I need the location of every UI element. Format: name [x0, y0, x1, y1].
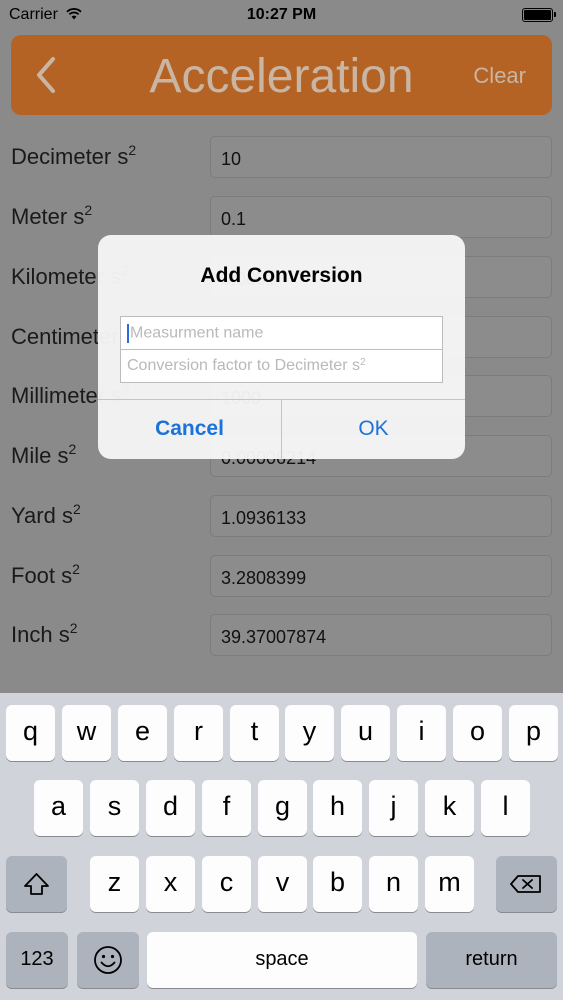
key-f[interactable]: f	[202, 780, 251, 836]
text-cursor	[127, 324, 129, 343]
key-h[interactable]: h	[313, 780, 362, 836]
unit-label: Inch s2	[11, 620, 78, 647]
unit-label: Meter s2	[11, 202, 93, 229]
key-i[interactable]: i	[397, 705, 446, 761]
list-item: Foot s2 3.2808399	[0, 555, 563, 597]
key-b[interactable]: b	[313, 856, 362, 912]
shift-key[interactable]	[6, 856, 67, 912]
unit-label: Yard s2	[11, 501, 81, 528]
return-key[interactable]: return	[426, 932, 557, 988]
key-s[interactable]: s	[90, 780, 139, 836]
key-o[interactable]: o	[453, 705, 502, 761]
list-item: Decimeter s2 10	[0, 136, 563, 178]
key-z[interactable]: z	[90, 856, 139, 912]
key-y[interactable]: y	[285, 705, 334, 761]
key-j[interactable]: j	[369, 780, 418, 836]
delete-key[interactable]	[496, 856, 557, 912]
key-p[interactable]: p	[509, 705, 558, 761]
emoji-key[interactable]	[77, 932, 139, 988]
unit-value-field[interactable]: 10	[210, 136, 552, 178]
conversion-factor-input[interactable]: Conversion factor to Decimeter s2	[120, 349, 443, 383]
space-key[interactable]: space	[147, 932, 417, 988]
key-q[interactable]: q	[6, 705, 55, 761]
battery-icon	[522, 8, 556, 22]
key-x[interactable]: x	[146, 856, 195, 912]
ok-button[interactable]: OK	[282, 400, 465, 459]
dialog-title: Add Conversion	[200, 264, 363, 287]
unit-label: Decimeter s2	[11, 142, 137, 169]
unit-label: Mile s2	[11, 441, 77, 468]
numbers-key[interactable]: 123	[6, 932, 68, 988]
unit-value-field[interactable]: 39.37007874	[210, 614, 552, 656]
key-u[interactable]: u	[341, 705, 390, 761]
key-t[interactable]: t	[230, 705, 279, 761]
nav-header: Acceleration Clear	[11, 35, 552, 115]
unit-label: Foot s2	[11, 561, 80, 588]
backspace-icon	[510, 875, 541, 893]
shift-icon	[24, 873, 49, 895]
conversion-factor-placeholder: Conversion factor to Decimeter s	[127, 357, 360, 374]
emoji-icon	[94, 946, 122, 974]
measurement-name-input[interactable]: Measurment name	[120, 316, 443, 350]
conversion-factor-exponent: 2	[359, 357, 366, 368]
key-a[interactable]: a	[34, 780, 83, 836]
key-e[interactable]: e	[118, 705, 167, 761]
key-m[interactable]: m	[425, 856, 474, 912]
key-c[interactable]: c	[202, 856, 251, 912]
key-n[interactable]: n	[369, 856, 418, 912]
list-item: Yard s2 1.0936133	[0, 495, 563, 537]
keyboard: q w e r t y u i o p a s d f g h j k l z …	[0, 693, 563, 1000]
key-g[interactable]: g	[258, 780, 307, 836]
unit-value-field[interactable]: 1.0936133	[210, 495, 552, 537]
key-r[interactable]: r	[174, 705, 223, 761]
clock: 10:27 PM	[246, 6, 317, 23]
measurement-name-placeholder: Measurment name	[130, 324, 264, 342]
key-d[interactable]: d	[146, 780, 195, 836]
key-w[interactable]: w	[62, 705, 111, 761]
add-conversion-dialog: Add Conversion Measurment name Conversio…	[98, 235, 465, 459]
list-item: Meter s2 0.1	[0, 196, 563, 238]
key-k[interactable]: k	[425, 780, 474, 836]
page-title: Acceleration	[149, 50, 414, 103]
unit-value-field[interactable]: 0.1	[210, 196, 552, 238]
key-v[interactable]: v	[258, 856, 307, 912]
cancel-button[interactable]: Cancel	[98, 400, 281, 459]
status-bar: Carrier 10:27 PM	[0, 0, 563, 30]
key-l[interactable]: l	[481, 780, 530, 836]
unit-value-field[interactable]: 3.2808399	[210, 555, 552, 597]
clear-button[interactable]: Clear	[473, 63, 526, 89]
list-item: Inch s2 39.37007874	[0, 614, 563, 656]
